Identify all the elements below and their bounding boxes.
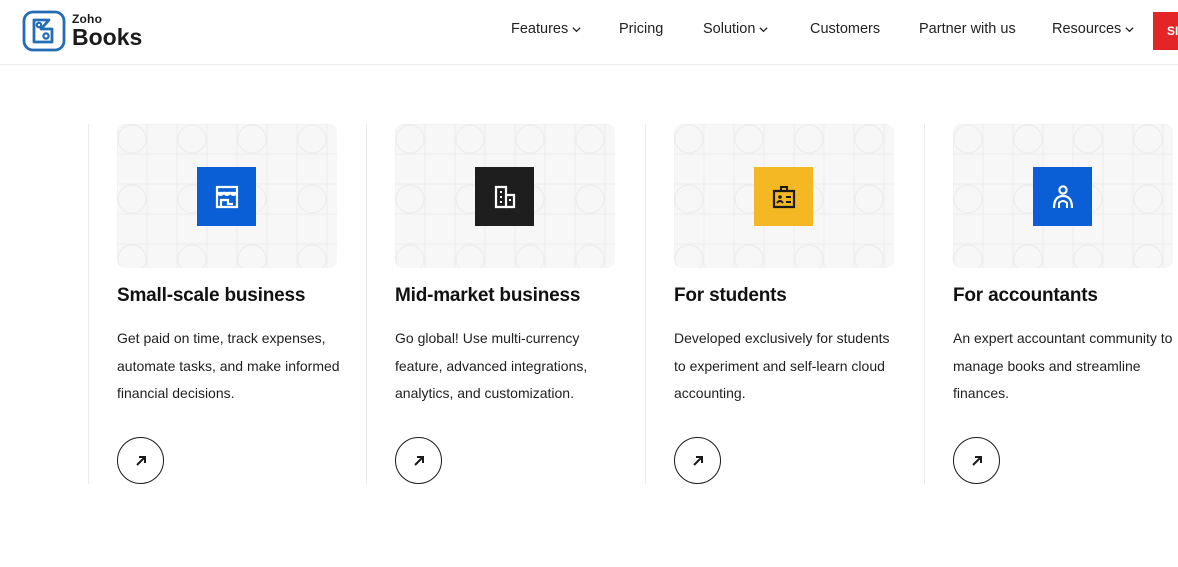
card-link-button[interactable] [117, 437, 164, 484]
logo-books-text: Books [72, 24, 143, 50]
card-title: For accountants [953, 285, 1098, 306]
nav-features[interactable]: Features [511, 21, 582, 37]
nav-customers-label: Customers [810, 21, 881, 37]
chevron-down-icon [759, 26, 769, 32]
card-title: Mid-market business [395, 285, 581, 306]
nav-partner-label: Partner with us [919, 21, 1016, 37]
card-description: Developed exclusively for students to ex… [674, 330, 890, 401]
books-logo-icon [22, 10, 66, 52]
card-link-button[interactable] [953, 437, 1000, 484]
card-mid-market-business: Mid-market business Go global! Use multi… [366, 124, 645, 484]
site-header: Zoho Books Features Pricing Solution Cus… [0, 0, 1178, 65]
sign-up-label: SI [1167, 24, 1178, 38]
arrow-up-right-icon [135, 455, 146, 466]
nav-solution-label: Solution [703, 21, 756, 37]
card-for-accountants: For accountants An expert accountant com… [924, 124, 1178, 484]
card-tile [674, 124, 894, 268]
card-description: Go global! Use multi-currency feature, a… [395, 330, 588, 401]
card-tile [395, 124, 615, 268]
nav-pricing[interactable]: Pricing [619, 21, 663, 37]
card-tile [117, 124, 337, 268]
nav-features-label: Features [511, 21, 569, 37]
sign-up-button[interactable]: SI [1153, 12, 1178, 50]
arrow-up-right-icon [413, 455, 424, 466]
nav-partner[interactable]: Partner with us [919, 21, 1016, 37]
card-divider [645, 124, 646, 484]
card-small-scale-business: Small-scale business Get paid on time, t… [88, 124, 367, 484]
card-link-button[interactable] [395, 437, 442, 484]
nav-resources[interactable]: Resources [1052, 21, 1135, 37]
accountant-icon [1033, 167, 1092, 226]
nav-customers[interactable]: Customers [810, 21, 880, 37]
zoho-books-logo[interactable]: Zoho Books [22, 9, 142, 53]
arrow-up-right-icon [971, 455, 982, 466]
nav-resources-label: Resources [1052, 21, 1122, 37]
card-divider [88, 124, 89, 484]
card-description: Get paid on time, track expenses, automa… [117, 330, 340, 401]
building-icon [475, 167, 534, 226]
student-id-icon [754, 167, 813, 226]
card-link-button[interactable] [674, 437, 721, 484]
card-divider [924, 124, 925, 484]
nav-pricing-label: Pricing [619, 21, 664, 37]
card-divider [366, 124, 367, 484]
nav-solution[interactable]: Solution [703, 21, 769, 37]
card-title: Small-scale business [117, 285, 306, 306]
card-description: An expert accountant community to manage… [953, 330, 1173, 401]
chevron-down-icon [572, 26, 581, 32]
card-for-students: For students Developed exclusively for s… [645, 124, 924, 484]
chevron-down-icon [1125, 26, 1134, 32]
storefront-icon [197, 167, 256, 226]
card-title: For students [674, 285, 787, 306]
card-tile [953, 124, 1173, 268]
arrow-up-right-icon [692, 455, 703, 466]
